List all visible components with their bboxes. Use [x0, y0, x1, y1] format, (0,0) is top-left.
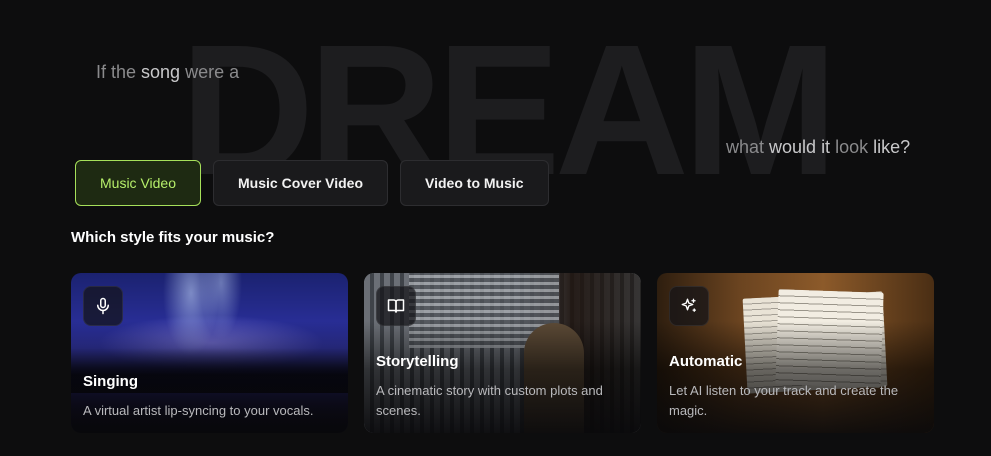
automatic-card-description: Let AI listen to your track and create t… — [669, 383, 899, 418]
style-question-heading: Which style fits your music? — [71, 229, 275, 246]
tab-music-cover-video[interactable]: Music Cover Video — [213, 160, 389, 206]
hero-right-text-2: look — [830, 137, 874, 157]
hero-left-text-1: If the — [96, 62, 142, 82]
style-cards: Singing A virtual artist lip-syncing to … — [71, 273, 934, 433]
hero-tagline-right: what would it look like? — [726, 137, 910, 158]
hero-right-text-1: what — [726, 137, 770, 157]
automatic-card-title: Automatic — [669, 353, 743, 370]
book-icon — [376, 286, 416, 326]
singing-card-title: Singing — [83, 373, 138, 390]
tab-video-to-music[interactable]: Video to Music — [400, 160, 549, 206]
tab-music-video[interactable]: Music Video — [75, 160, 202, 206]
microphone-icon — [83, 286, 123, 326]
style-card-singing[interactable]: Singing A virtual artist lip-syncing to … — [71, 273, 348, 433]
hero-tagline-left: If the song were a — [96, 62, 239, 83]
singing-card-description: A virtual artist lip-syncing to your voc… — [83, 403, 314, 418]
sparkle-icon — [669, 286, 709, 326]
hero-right-highlight-1: would it — [769, 137, 831, 157]
style-card-storytelling[interactable]: Storytelling A cinematic story with cust… — [364, 273, 641, 433]
storytelling-card-description: A cinematic story with custom plots and … — [376, 383, 603, 418]
page: DREAM If the song were a what would it l… — [0, 0, 991, 456]
hero-left-text-2: were a — [180, 62, 240, 82]
mode-tabs: Music Video Music Cover Video Video to M… — [75, 160, 549, 206]
hero-left-highlight: song — [141, 62, 181, 82]
style-card-automatic[interactable]: Automatic Let AI listen to your track an… — [657, 273, 934, 433]
hero-right-highlight-2: like? — [873, 137, 911, 157]
storytelling-card-title: Storytelling — [376, 353, 459, 370]
